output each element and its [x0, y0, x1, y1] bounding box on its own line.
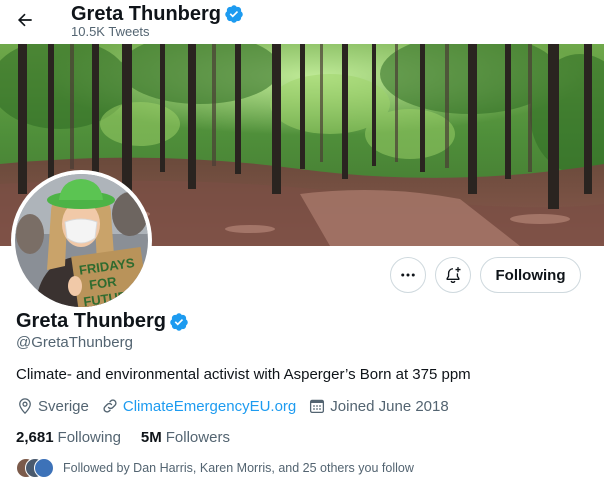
profile-joined: Joined June 2018 — [308, 397, 449, 415]
tweet-count: 10.5K Tweets — [71, 24, 150, 39]
link-icon — [103, 399, 117, 413]
verified-badge-icon — [169, 312, 189, 332]
website-link[interactable]: ClimateEmergencyEU.org — [123, 398, 296, 415]
profile-name: Greta Thunberg — [16, 310, 167, 332]
profile-stats: 2,681 Following 5M Followers — [16, 429, 250, 446]
profile-avatar[interactable]: FRIDAYS FOR FUTURE — [11, 170, 152, 311]
bell-plus-icon — [446, 267, 461, 283]
profile-header: Greta Thunberg 10.5K Tweets — [0, 0, 604, 44]
location-text: Sverige — [38, 397, 89, 415]
followers-label: Followers — [165, 429, 230, 446]
mutual-avatars — [16, 458, 54, 478]
avatar — [34, 458, 54, 478]
followed-by[interactable]: Followed by Dan Harris, Karen Morris, an… — [16, 458, 414, 478]
verified-badge-icon — [224, 4, 244, 24]
profile-website: ClimateEmergencyEU.org — [101, 397, 296, 415]
profile-location: Sverige — [16, 397, 89, 415]
more-options-button[interactable] — [390, 257, 426, 293]
arrow-left-icon — [17, 13, 32, 27]
notifications-button[interactable] — [435, 257, 471, 293]
following-stat[interactable]: 2,681 Following — [16, 429, 121, 446]
followed-by-text[interactable]: Followed by Dan Harris, Karen Morris, an… — [63, 461, 414, 475]
calendar-icon — [310, 399, 325, 414]
location-pin-icon — [19, 398, 31, 415]
profile-meta: Sverige ClimateEmergencyEU.org Joined Ju… — [16, 397, 461, 415]
following-count: 2,681 — [16, 429, 54, 446]
joined-text: Joined June 2018 — [330, 397, 449, 415]
more-dots-icon — [401, 273, 415, 277]
followers-count: 5M — [140, 429, 162, 446]
profile-handle: @GretaThunberg — [16, 334, 133, 351]
following-button[interactable]: Following — [480, 257, 581, 293]
header-title: Greta Thunberg — [71, 3, 222, 25]
following-label: Following — [57, 429, 121, 446]
followers-stat[interactable]: 5M Followers — [141, 429, 230, 446]
profile-bio: Climate- and environmental activist with… — [16, 366, 471, 383]
back-button[interactable] — [8, 3, 42, 37]
